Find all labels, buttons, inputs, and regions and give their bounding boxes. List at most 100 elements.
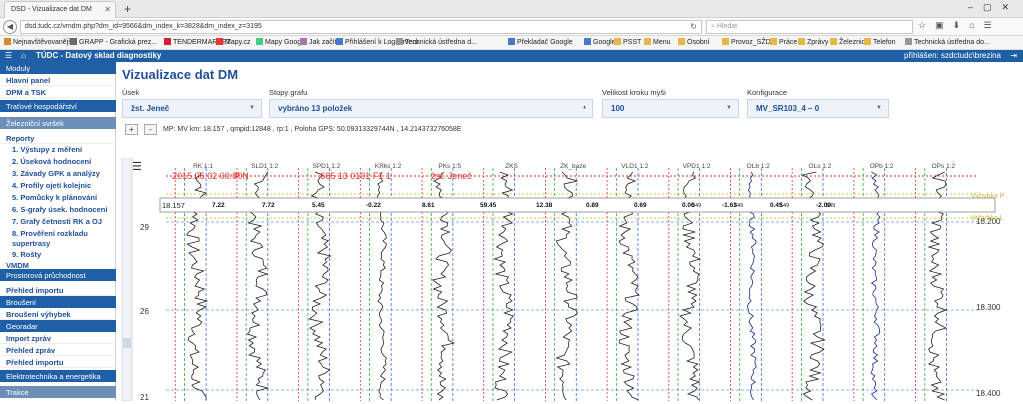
header-annotation: P N — [234, 171, 249, 181]
url-bar[interactable]: dsd.tudc.cz/vmdm.php?dm_id=9566&dm_index… — [20, 20, 702, 34]
sidebar-item[interactable]: Přehled importu — [0, 356, 116, 368]
home-icon[interactable]: ⌂ — [21, 51, 26, 60]
bookmark-icon — [614, 38, 621, 45]
bookmark-item[interactable]: Jak začít — [300, 38, 337, 46]
field-label-stopy: Stopy grafu — [269, 88, 308, 97]
sidebar-item[interactable]: 5. Pomůcky k plánování — [0, 191, 116, 203]
sidebar-item[interactable]: Trakce — [0, 386, 116, 398]
bookmark-item[interactable]: Provoz_SŽDC — [722, 38, 776, 46]
cursor-value: 0.89 — [586, 202, 599, 209]
sidebar-item-label: DPM a TSK — [6, 88, 47, 97]
search-placeholder: Hledat — [716, 23, 738, 30]
bookmark-item[interactable]: Zprávy — [798, 38, 828, 46]
sidebar-item[interactable]: 3. Závady GPK a analýzy — [0, 167, 116, 179]
bookmark-icon — [70, 38, 77, 45]
bookmark-item[interactable]: PSST — [614, 38, 641, 46]
bookmark-item[interactable]: GRAPP - Grafická prez... — [70, 38, 157, 46]
bookmark-item[interactable]: Google — [584, 38, 616, 46]
bookmark-label: Práce — [779, 39, 798, 46]
track-label: SLD1 1:2 — [251, 163, 278, 170]
reload-icon[interactable]: ↻ — [690, 22, 697, 31]
sidebar-item[interactable]: 1. Výstupy z měření — [0, 143, 116, 155]
logout-icon[interactable]: ⇥ — [1010, 51, 1017, 60]
select-konfigurace[interactable]: MV_SR103_4 – 0 ▼ — [747, 99, 889, 118]
sidebar-item-label: Trakce — [6, 388, 29, 397]
browser-toolbar-icons[interactable]: ☆▣⬇⌂☰ — [918, 20, 1001, 31]
right-axis-tick: 18.300 — [976, 303, 1001, 312]
track-label: OPs 1:2 — [932, 163, 956, 170]
browser-tab[interactable]: DSD - Vizualizace dat DM ✕ — [4, 1, 116, 18]
sidebar-item: Georadar — [0, 320, 116, 332]
select-usek[interactable]: žst. Jeneč ▼ — [122, 99, 262, 118]
sidebar-item-label: Přehled importu — [6, 286, 64, 295]
cursor-value: 549 — [826, 203, 835, 209]
field-label-konfigurace: Konfigurace — [747, 88, 788, 97]
bookmark-icon — [300, 38, 307, 45]
zoom-in-button[interactable]: + — [125, 124, 138, 135]
url-text: dsd.tudc.cz/vmdm.php?dm_id=9566&dm_index… — [25, 23, 262, 30]
track-label: RK 1:1 — [193, 163, 213, 170]
logged-in-user: přihlášen: szdctudc\brezina — [904, 51, 1001, 60]
menu-icon[interactable]: ☰ — [5, 51, 12, 60]
bookmark-item[interactable]: Nejnavštěvovanější — [4, 38, 74, 46]
sidebar-item-label: 7. Grafy četnosti RK a OJ — [12, 217, 103, 226]
track-label: ZK_baze — [560, 163, 586, 170]
select-krok-mysi[interactable]: 100 ▼ — [602, 99, 739, 118]
sidebar-item-label: 1. Výstupy z měření — [12, 145, 83, 154]
track-chart-svg[interactable]: ☰29262118.20018.30018.400Výhybka PVýhybk… — [116, 157, 1023, 402]
sidebar-item-label: Prostorová průchodnost — [6, 271, 86, 280]
cursor-km: 18.157 — [162, 201, 185, 210]
bookmark-item[interactable]: Technická ústředna d... — [396, 38, 477, 46]
sidebar-item[interactable]: Import zpráv — [0, 332, 116, 344]
sidebar-item[interactable]: Přehled zpráv — [0, 344, 116, 356]
bookmark-item[interactable]: Menu — [644, 38, 671, 46]
back-button[interactable]: ◀ — [3, 20, 17, 34]
track-chart[interactable]: ☰ 29 26 21 18.200 18.300 18.400 Výhybka P Výhybk… — [116, 157, 1023, 402]
header-annotation: 2015.06.02 00:00 — [172, 171, 242, 181]
cursor-value: -0.22 — [366, 202, 381, 209]
left-axis-tick: 21 — [140, 393, 149, 401]
field-label-krok: Velikost kroku myši — [602, 88, 666, 97]
bookmark-label: Mapy.cz — [225, 39, 251, 46]
sidebar-item[interactable]: 6. S-grafy úsek. hodnocení — [0, 203, 116, 215]
track-label: SPD1 1:2 — [312, 163, 340, 170]
sidebar-item-label: Broušení — [6, 298, 37, 307]
sidebar-item[interactable]: Hlavní panel — [0, 74, 116, 86]
app-title: TÚDC - Datový sklad diagnostiky — [36, 51, 162, 60]
bookmark-icon — [336, 38, 343, 45]
sidebar-item[interactable]: 2. Úseková hodnocení — [0, 155, 116, 167]
sidebar-item[interactable]: 7. Grafy četnosti RK a OJ — [0, 215, 116, 227]
browser-search-input[interactable]: ⌕ Hledat — [706, 20, 913, 34]
bookmark-item[interactable]: Mapy.cz — [216, 38, 251, 46]
sidebar-item[interactable]: Železniční svršek — [0, 117, 116, 129]
close-tab-icon[interactable]: ✕ — [104, 5, 111, 14]
sidebar-item: Traťové hospodářství — [0, 100, 116, 112]
bookmark-item[interactable]: Osobní — [678, 38, 710, 46]
bookmark-label: PSST — [623, 39, 642, 46]
bookmark-item[interactable]: Překladač Google — [508, 38, 573, 46]
bookmark-item[interactable]: Práce — [770, 38, 797, 46]
sidebar-item[interactable]: 4. Profily ojetí kolejnic — [0, 179, 116, 191]
track-label: OLb 1:2 — [747, 163, 771, 170]
bookmark-item[interactable]: Technická ústředna do... — [905, 38, 990, 46]
bookmark-icon — [770, 38, 777, 45]
sidebar-item-label: 4. Profily ojetí kolejnic — [12, 181, 92, 190]
select-stopy-value: vybráno 13 položek — [278, 104, 353, 113]
bookmark-icon — [644, 38, 651, 45]
sidebar-item[interactable]: Broušení výhybek — [0, 308, 116, 320]
header-annotation: žst. Jeneč — [431, 171, 472, 181]
zoom-out-button[interactable]: - — [144, 124, 157, 135]
sidebar-item[interactable]: DPM a TSK — [0, 86, 116, 98]
sidebar-item-label: Hlavní panel — [6, 76, 51, 85]
window-controls[interactable]: –▢✕ — [968, 2, 1019, 13]
bookmark-icon — [905, 38, 912, 45]
select-krok-value: 100 — [611, 104, 625, 113]
bookmark-item[interactable]: Telefon — [864, 38, 896, 46]
left-axis-tick: 29 — [140, 223, 149, 232]
bookmark-label: Google — [593, 39, 616, 46]
track-label: PKs 1:5 — [438, 163, 461, 170]
sidebar-item[interactable]: Přehled importu — [0, 284, 116, 296]
select-stopy-grafu[interactable]: vybráno 13 položek ♦ — [269, 99, 593, 118]
new-tab-button[interactable]: + — [124, 2, 131, 16]
sidebar-item-label: 6. S-grafy úsek. hodnocení — [12, 205, 108, 214]
